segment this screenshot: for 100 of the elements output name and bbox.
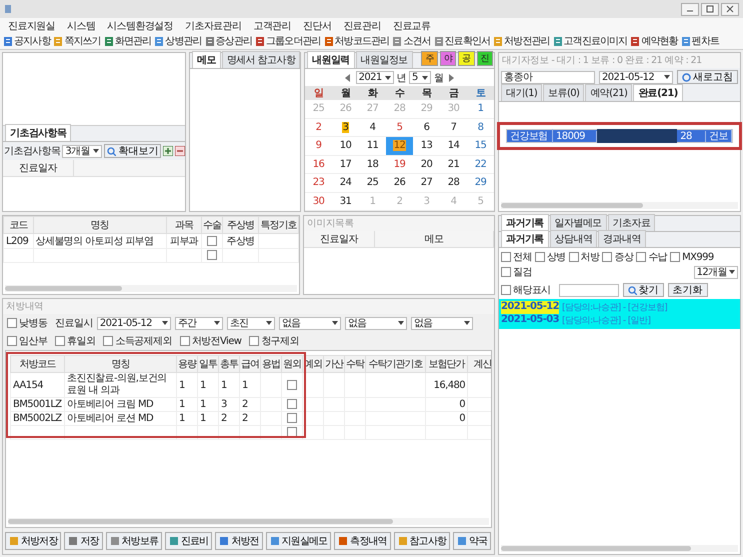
year-select[interactable]: 2021 xyxy=(356,71,394,84)
toolbar-button[interactable]: 처방전관리 xyxy=(493,34,550,48)
tab[interactable]: 기초자료 xyxy=(608,214,656,231)
option-select[interactable]: 초진 xyxy=(226,316,275,330)
zoom-button[interactable]: 확대보기 xyxy=(104,144,162,158)
checkbox-label: 상병 xyxy=(546,251,566,264)
action-button[interactable]: 측정내역 xyxy=(334,532,391,550)
calendar-day[interactable]: 24 xyxy=(332,174,359,192)
tab[interactable]: 예약(21) xyxy=(585,84,632,101)
option-select[interactable]: 없음 xyxy=(344,316,407,330)
tab[interactable]: 대기(1) xyxy=(501,84,542,101)
reset-button[interactable]: 초기화 xyxy=(668,283,708,297)
calendar-day[interactable]: 16 xyxy=(305,156,332,174)
calendar-day[interactable]: 9 xyxy=(305,137,332,156)
tab[interactable]: 내원일정보 xyxy=(356,51,413,68)
menu-item[interactable]: 기초자료관리 xyxy=(185,18,242,32)
month-select[interactable]: 5 xyxy=(409,71,431,84)
calendar-day[interactable]: 4 xyxy=(359,118,386,137)
action-button[interactable]: 처방보류 xyxy=(106,532,162,550)
tab[interactable]: 과거기록 xyxy=(501,230,549,247)
calendar-day[interactable]: 31 xyxy=(332,192,359,211)
calendar-day[interactable]: 3 xyxy=(332,118,359,137)
menu-item[interactable]: 시스템환경설정 xyxy=(107,18,174,32)
menu-item[interactable]: 진료관리 xyxy=(343,18,381,32)
tab[interactable]: 일자별메모 xyxy=(550,214,607,231)
calendar-day[interactable]: 26 xyxy=(386,174,413,192)
calendar-day[interactable]: 8 xyxy=(467,118,494,137)
action-button[interactable]: 저장 xyxy=(64,532,103,550)
calendar-day[interactable]: 23 xyxy=(305,174,332,192)
calendar-day[interactable]: 29 xyxy=(467,174,494,192)
tab[interactable]: 내원일력 xyxy=(307,51,355,68)
calendar-day[interactable]: 30 xyxy=(305,192,332,211)
calendar-day[interactable]: 18 xyxy=(359,156,386,174)
tab[interactable]: 경과내역 xyxy=(598,230,646,247)
toolbar-button[interactable]: 그룹오더관리 xyxy=(255,34,321,48)
toolbar-button[interactable]: 증상관리 xyxy=(204,34,252,48)
calendar-day[interactable]: 25 xyxy=(359,174,386,192)
option-select[interactable]: 없음 xyxy=(278,316,341,330)
table-cell: 주상병 xyxy=(222,234,258,248)
action-button[interactable]: 약국 xyxy=(452,532,492,550)
toolbar-button[interactable]: 진료확인서 xyxy=(434,34,490,48)
tab[interactable]: 보류(0) xyxy=(543,84,584,101)
calendar-day[interactable]: 2 xyxy=(305,118,332,137)
menu-item[interactable]: 고객관리 xyxy=(253,18,292,32)
checkbox-label: MX999 xyxy=(682,252,714,262)
period-select[interactable]: 12개월 xyxy=(694,266,738,278)
tab[interactable]: 과거기록 xyxy=(501,214,549,231)
date-select[interactable]: 2021-05-12 xyxy=(96,316,171,330)
calendar-day[interactable]: 19 xyxy=(386,156,413,174)
tab[interactable]: 기초검사항목 xyxy=(5,124,72,141)
patient-row[interactable]: 건강보험 18009 28 건보 xyxy=(506,129,733,143)
toolbar-button[interactable]: 공지사항 xyxy=(3,34,50,48)
toolbar-button[interactable]: 예약현황 xyxy=(630,34,678,48)
menu-item[interactable]: 시스템 xyxy=(67,18,96,32)
action-button[interactable]: 지원실메모 xyxy=(266,532,332,550)
history-record[interactable]: 2021-05-12 [담당의:나승관] - [건강보험] xyxy=(499,301,740,314)
tab[interactable]: 상담내역 xyxy=(550,230,598,247)
calendar-day[interactable]: 13 xyxy=(413,137,440,156)
refresh-button[interactable]: 새로고침 xyxy=(677,70,738,84)
calendar-day[interactable]: 20 xyxy=(413,156,440,174)
date-select[interactable]: 2021-05-12 xyxy=(599,70,673,84)
calendar-day[interactable]: 17 xyxy=(332,156,359,174)
tab[interactable]: 명세서 참고사항 xyxy=(222,51,300,68)
toolbar-button[interactable]: 상병관리 xyxy=(154,34,202,48)
action-button[interactable]: 진료비 xyxy=(165,532,212,550)
calendar-day[interactable]: 22 xyxy=(467,156,494,174)
toolbar-button[interactable]: 쪽지쓰기 xyxy=(53,34,101,48)
menu-item[interactable]: 진료지원실 xyxy=(8,18,56,32)
calendar-day[interactable]: 27 xyxy=(413,174,440,192)
calendar-day[interactable]: 1 xyxy=(467,100,494,118)
menu-item[interactable]: 진료교류 xyxy=(392,18,430,32)
calendar-day[interactable]: 14 xyxy=(440,137,467,156)
option-select[interactable]: 주간 xyxy=(174,316,223,330)
calendar-day[interactable]: 10 xyxy=(332,137,359,156)
action-button[interactable]: 참고사항 xyxy=(394,532,450,550)
name-field[interactable]: 홍종아 xyxy=(501,70,595,84)
tab[interactable]: 메모 xyxy=(192,51,221,68)
column-header: 진료일자 xyxy=(304,231,375,247)
history-record[interactable]: 2021-05-03 [담당의:나승관] - [일반] xyxy=(499,314,740,327)
column-header: 계신 xyxy=(468,356,491,372)
calendar-day[interactable]: 6 xyxy=(413,118,440,137)
calendar-day[interactable]: 7 xyxy=(440,118,467,137)
tab[interactable]: 완료(21) xyxy=(633,84,683,101)
toolbar-button[interactable]: 펜차트 xyxy=(680,34,720,48)
calendar-day[interactable]: 28 xyxy=(440,174,467,192)
period-select[interactable]: 3개월 xyxy=(62,144,102,158)
find-button[interactable]: 찾기 xyxy=(622,283,664,297)
action-button[interactable]: 처방전 xyxy=(215,532,263,550)
menu-item[interactable]: 진단서 xyxy=(303,18,332,32)
waiting-summary: 대기자정보 - 대기 : 1 보류 : 0 완료 : 21 예약 : 21 xyxy=(499,53,740,68)
toolbar-button[interactable]: 화면관리 xyxy=(104,34,152,48)
calendar-day[interactable]: 15 xyxy=(467,137,494,156)
action-button[interactable]: 처방저장 xyxy=(5,532,62,550)
option-select[interactable]: 없음 xyxy=(410,316,473,330)
toolbar-button[interactable]: 소견서 xyxy=(392,34,431,48)
toolbar-button[interactable]: 처방코드관리 xyxy=(324,34,390,48)
toolbar-button[interactable]: 고객진료이미지 xyxy=(552,34,628,48)
calendar-day[interactable]: 21 xyxy=(440,156,467,174)
record-info: [담당의:나승관] - [건강보험] xyxy=(562,302,668,314)
record-info: [담당의:나승관] - [일반] xyxy=(562,315,650,327)
